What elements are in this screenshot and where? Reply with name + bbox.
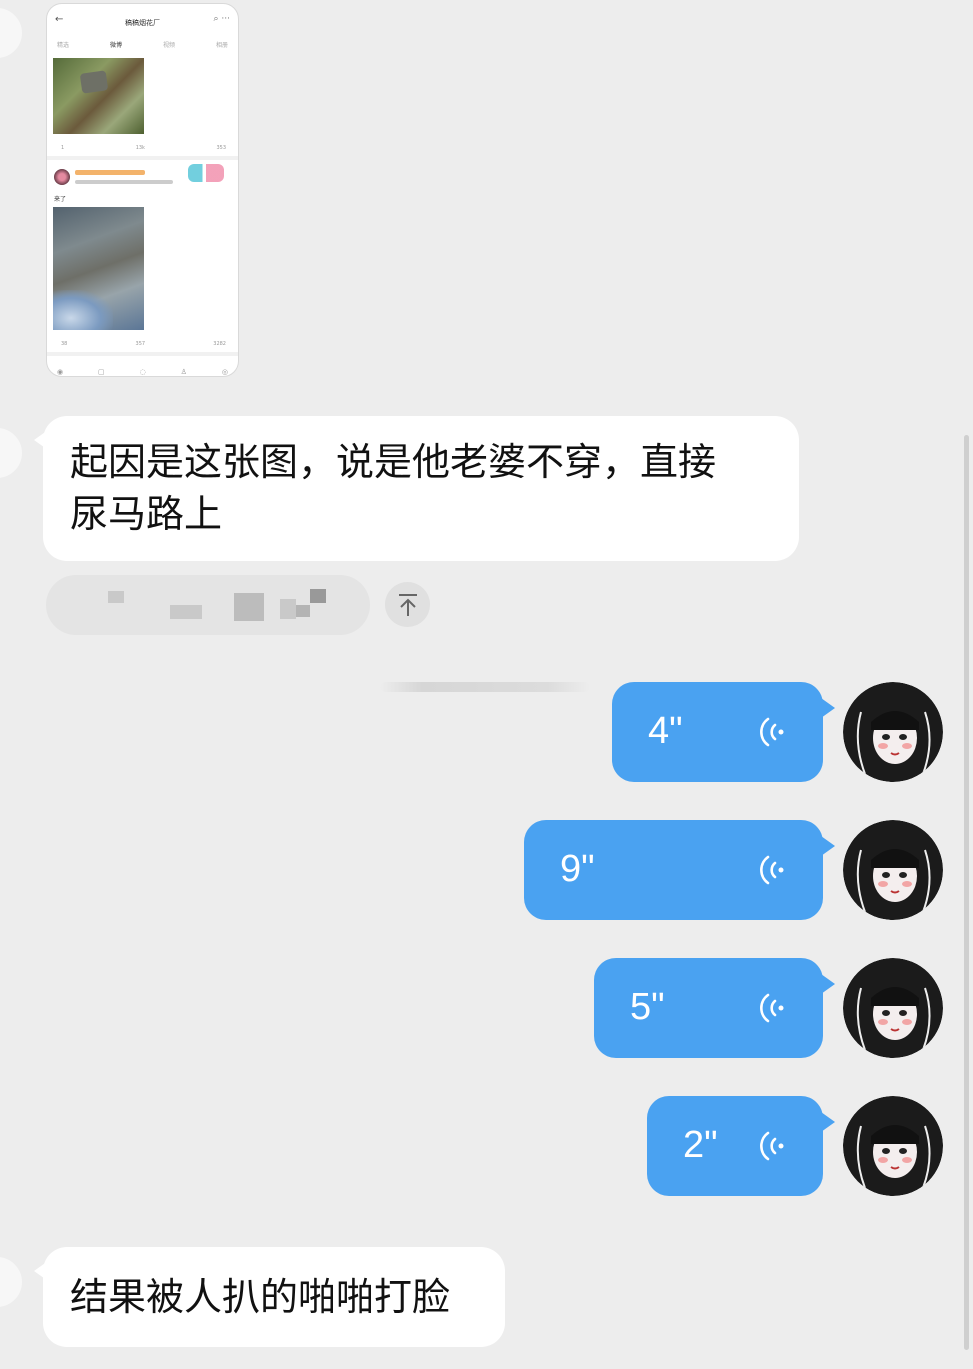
- settings-icon: ◎: [221, 368, 228, 376]
- post-stats: 1 13k 353: [61, 145, 226, 151]
- comment-count: 357: [135, 341, 146, 347]
- voice-duration: 5": [630, 986, 665, 1028]
- contact-avatar[interactable]: [0, 428, 22, 478]
- blurred-text: [310, 589, 326, 603]
- voice-wave-icon: [760, 717, 784, 747]
- comment-count: 13k: [135, 145, 145, 151]
- thumb-tab: 精选: [57, 42, 70, 49]
- voice-duration: 4": [648, 710, 683, 752]
- voice-wave-icon: [760, 1131, 784, 1161]
- quoted-reply[interactable]: [46, 575, 370, 635]
- profile-icon: ♙: [180, 368, 187, 376]
- voice-message[interactable]: 5": [594, 958, 835, 1058]
- repost-count: 38: [61, 341, 68, 347]
- thumb-title: 稿稿烟花厂: [125, 19, 160, 27]
- jump-to-quote-button[interactable]: [385, 582, 430, 627]
- voice-wave-icon: [760, 855, 784, 885]
- message-text: 起因是这张图，说是他老婆不穿，直接 尿马路上: [70, 440, 717, 536]
- thumb-tab: 相册: [215, 42, 228, 49]
- voice-wave-icon: [760, 993, 784, 1023]
- my-avatar[interactable]: [843, 1096, 943, 1196]
- post-stats: 38 357 3282: [61, 341, 226, 347]
- more-icon: ⌕ ···: [213, 14, 230, 24]
- blurred-text: [170, 605, 202, 619]
- blurred-text: [108, 591, 124, 603]
- thumb-tab: 视频: [162, 42, 175, 49]
- message-text: 结果被人扒的啪啪打脸: [70, 1275, 451, 1319]
- voice-message[interactable]: 9": [524, 820, 835, 920]
- post-avatar: [54, 169, 70, 185]
- image-message[interactable]: ← 稿稿烟花厂 ⌕ ··· 精选 微博 视频 相册 1 13k 353 来了 3…: [46, 3, 239, 377]
- voice-message[interactable]: 2": [647, 1096, 835, 1196]
- repost-count: 1: [61, 145, 65, 151]
- contact-avatar[interactable]: [0, 8, 22, 58]
- thumb-tabs: 精选 微博 视频 相册: [57, 40, 228, 49]
- post-meta: [75, 180, 173, 184]
- blurred-timestamp: [380, 682, 590, 692]
- divider: [47, 352, 238, 356]
- blurred-text: [234, 593, 264, 621]
- post-badges: [188, 164, 224, 182]
- post-photo: [53, 58, 144, 134]
- contact-avatar[interactable]: [0, 1257, 22, 1307]
- post-photo: [53, 207, 144, 330]
- home-icon: ◉: [57, 368, 64, 376]
- my-avatar[interactable]: [843, 682, 943, 782]
- thumb-bottom-nav: ◉ ▢ ◌ ♙ ◎: [57, 368, 228, 376]
- voice-duration: 2": [683, 1124, 718, 1166]
- blurred-text: [280, 599, 296, 619]
- scrollbar[interactable]: [964, 435, 969, 1350]
- like-count: 353: [216, 145, 226, 151]
- my-avatar[interactable]: [843, 820, 943, 920]
- post-text: 来了: [54, 196, 67, 203]
- video-icon: ▢: [98, 368, 105, 376]
- incoming-text-message[interactable]: 起因是这张图，说是他老婆不穿，直接 尿马路上: [34, 416, 799, 561]
- arrow-up-icon: [398, 593, 417, 616]
- incoming-text-message[interactable]: 结果被人扒的啪啪打脸: [34, 1247, 505, 1347]
- voice-duration: 9": [560, 848, 595, 890]
- divider: [47, 156, 238, 160]
- my-avatar[interactable]: [843, 958, 943, 1058]
- voice-message[interactable]: 4": [612, 682, 835, 782]
- thumb-tab: 微博: [109, 42, 122, 49]
- blurred-text: [296, 605, 310, 617]
- like-count: 3282: [213, 341, 226, 347]
- bell-icon: ◌: [139, 368, 146, 376]
- post-username: [75, 170, 145, 175]
